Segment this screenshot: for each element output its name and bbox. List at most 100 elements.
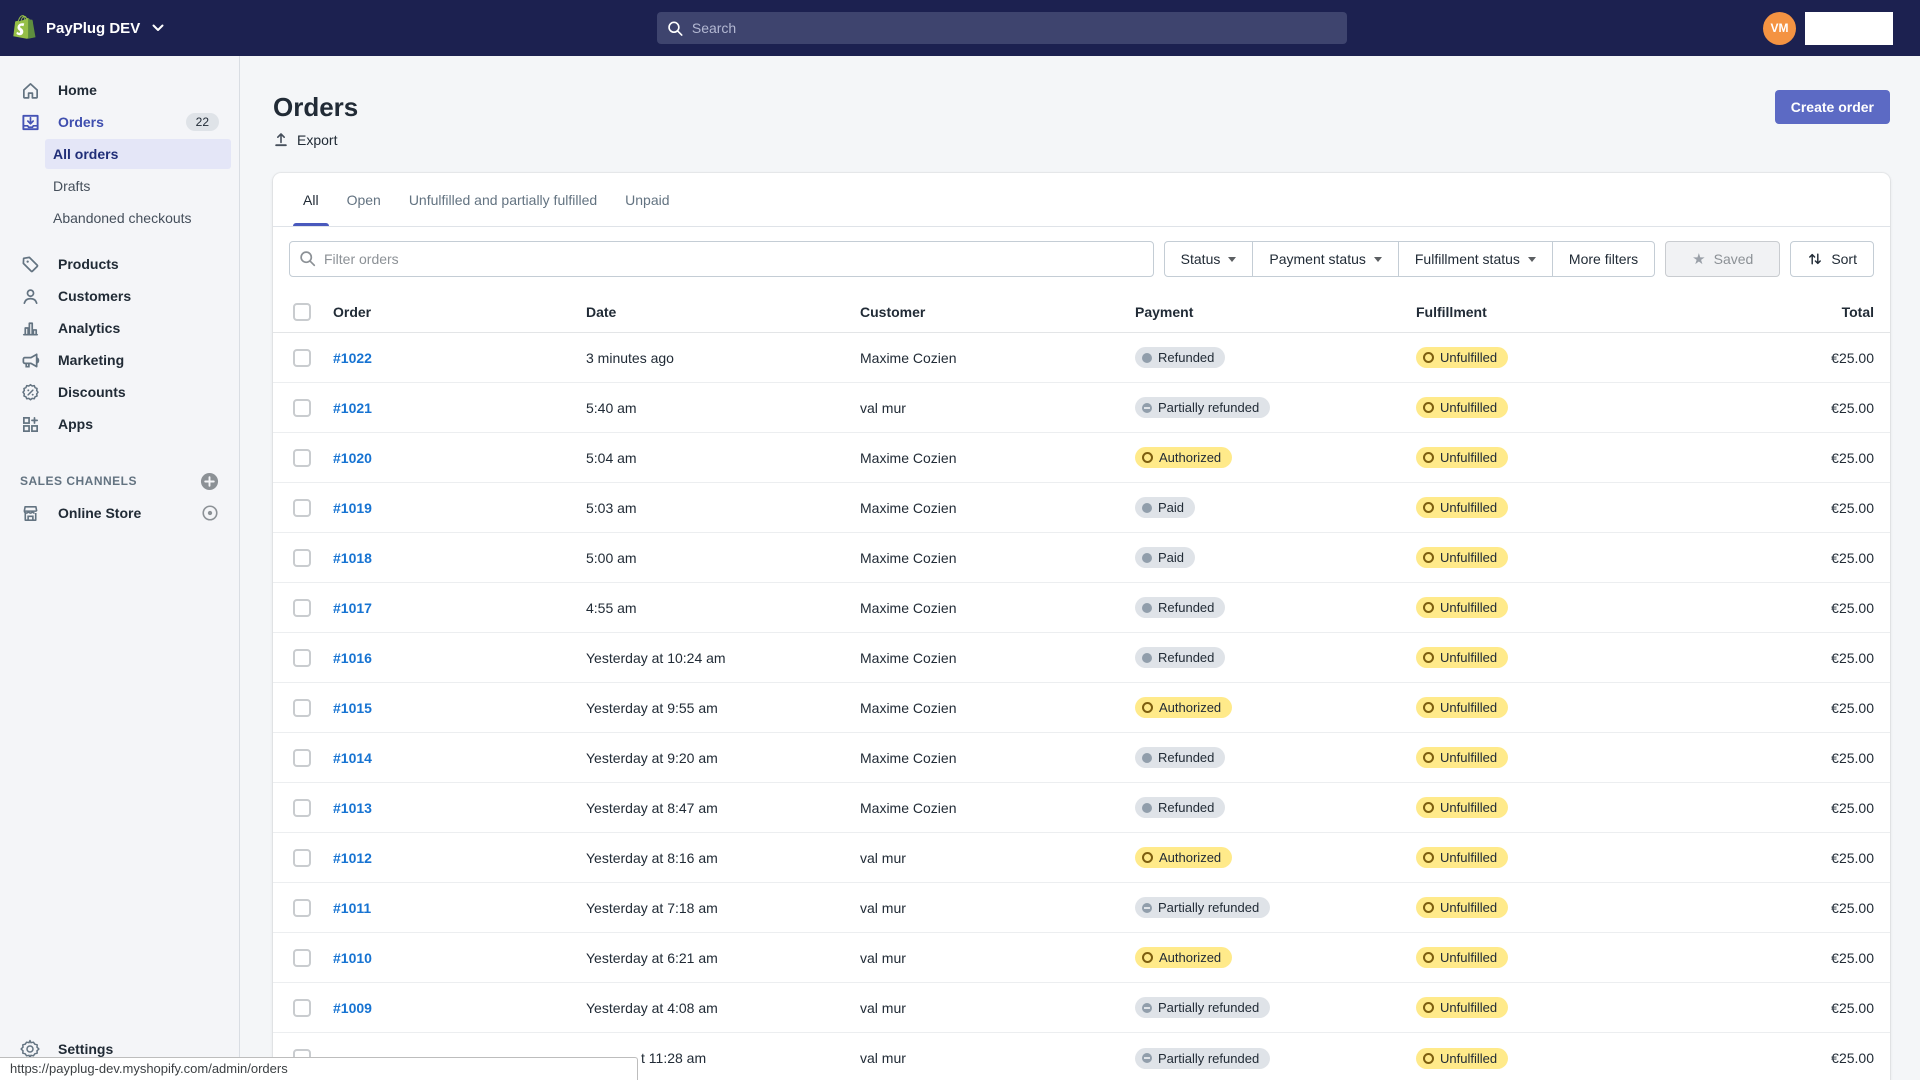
order-link[interactable]: #1009 xyxy=(333,1000,372,1016)
sidebar-item-marketing[interactable]: Marketing xyxy=(0,344,239,376)
shopify-logo-icon xyxy=(13,15,36,41)
more-filters-button[interactable]: More filters xyxy=(1551,241,1656,277)
sidebar-item-orders[interactable]: Orders 22 xyxy=(0,106,239,138)
view-store-eye-icon[interactable] xyxy=(201,504,219,522)
tab-open[interactable]: Open xyxy=(333,173,395,226)
store-switcher[interactable]: PayPlug DEV xyxy=(0,15,240,41)
sidebar-item-home[interactable]: Home xyxy=(0,74,239,106)
table-row[interactable]: #1018 5:00 am Maxime Cozien Paid Unfulfi… xyxy=(273,533,1890,583)
caret-down-icon xyxy=(1228,256,1237,262)
sidebar-item-all-orders[interactable]: All orders xyxy=(45,139,231,169)
saved-filters-button[interactable]: ★ Saved xyxy=(1665,241,1781,277)
row-checkbox[interactable] xyxy=(293,848,311,867)
row-checkbox[interactable] xyxy=(293,648,311,667)
table-row[interactable]: #1019 5:03 am Maxime Cozien Paid Unfulfi… xyxy=(273,483,1890,533)
sidebar-item-drafts[interactable]: Drafts xyxy=(45,171,231,201)
status-dot-icon xyxy=(1423,602,1434,613)
order-link[interactable]: #1013 xyxy=(333,800,372,816)
export-icon xyxy=(273,132,289,148)
add-channel-button[interactable] xyxy=(200,472,219,491)
sidebar-item-apps[interactable]: Apps xyxy=(0,408,239,440)
order-customer: val mur xyxy=(860,1050,906,1066)
order-link[interactable]: #1015 xyxy=(333,700,372,716)
home-icon xyxy=(20,80,40,100)
sidebar-item-label: Analytics xyxy=(58,320,121,336)
filter-orders-input[interactable] xyxy=(289,241,1154,277)
table-row[interactable]: #1014 Yesterday at 9:20 am Maxime Cozien… xyxy=(273,733,1890,783)
sort-button[interactable]: Sort xyxy=(1790,241,1874,277)
row-checkbox[interactable] xyxy=(293,998,311,1017)
sidebar-item-customers[interactable]: Customers xyxy=(0,280,239,312)
payment-status-badge: Refunded xyxy=(1135,597,1226,618)
row-checkbox[interactable] xyxy=(293,748,311,767)
order-total: €25.00 xyxy=(1831,899,1874,916)
order-link[interactable]: #1010 xyxy=(333,950,372,966)
fulfillment-status-badge: Unfulfilled xyxy=(1416,897,1509,918)
table-row[interactable]: #1022 3 minutes ago Maxime Cozien Refund… xyxy=(273,333,1890,383)
order-customer: Maxime Cozien xyxy=(860,799,957,816)
status-dot-icon xyxy=(1423,1052,1434,1064)
row-checkbox[interactable] xyxy=(293,898,311,917)
create-order-button[interactable]: Create order xyxy=(1774,90,1890,124)
order-link[interactable]: #1012 xyxy=(333,850,372,866)
table-row[interactable]: #1011 Yesterday at 7:18 am val mur Parti… xyxy=(273,883,1890,933)
order-customer: Maxime Cozien xyxy=(860,749,957,766)
topbar: PayPlug DEV VM xyxy=(0,0,1920,56)
table-row[interactable]: #1017 4:55 am Maxime Cozien Refunded Unf… xyxy=(273,583,1890,633)
row-checkbox[interactable] xyxy=(293,398,311,417)
payment-status-badge: Paid xyxy=(1135,547,1196,568)
caret-down-icon xyxy=(1527,256,1536,262)
payment-status-button[interactable]: Payment status xyxy=(1252,241,1399,277)
topbar-user-menu[interactable] xyxy=(1805,11,1893,45)
order-date: Yesterday at 4:08 am xyxy=(586,999,718,1016)
global-search[interactable] xyxy=(656,12,1347,44)
order-customer: Maxime Cozien xyxy=(860,499,957,516)
table-row[interactable]: #1020 5:04 am Maxime Cozien Authorized U… xyxy=(273,433,1890,483)
order-link[interactable]: #1011 xyxy=(333,900,371,916)
order-link[interactable]: #1018 xyxy=(333,550,372,566)
sidebar-item-abandoned-checkouts[interactable]: Abandoned checkouts xyxy=(45,203,231,233)
fulfillment-status-button[interactable]: Fulfillment status xyxy=(1397,241,1553,277)
fulfillment-status-badge: Unfulfilled xyxy=(1416,797,1509,818)
sidebar-item-online-store[interactable]: Online Store xyxy=(0,496,239,530)
avatar[interactable]: VM xyxy=(1763,11,1796,45)
order-link[interactable]: #1022 xyxy=(333,350,372,366)
table-row[interactable]: #1012 Yesterday at 8:16 am val mur Autho… xyxy=(273,833,1890,883)
tab-all[interactable]: All xyxy=(289,173,333,226)
row-checkbox[interactable] xyxy=(293,498,311,517)
order-link[interactable]: #1014 xyxy=(333,750,372,766)
sidebar-item-analytics[interactable]: Analytics xyxy=(0,312,239,344)
order-link[interactable]: #1017 xyxy=(333,600,372,616)
row-checkbox[interactable] xyxy=(293,798,311,817)
sidebar-item-discounts[interactable]: Discounts xyxy=(0,376,239,408)
global-search-input[interactable] xyxy=(691,20,1337,36)
sidebar-item-label: Settings xyxy=(58,1041,114,1057)
table-row[interactable]: #1009 Yesterday at 4:08 am val mur Parti… xyxy=(273,983,1890,1033)
row-checkbox[interactable] xyxy=(293,348,311,367)
sidebar-item-products[interactable]: Products xyxy=(0,248,239,280)
table-row[interactable]: #1013 Yesterday at 8:47 am Maxime Cozien… xyxy=(273,783,1890,833)
order-link[interactable]: #1020 xyxy=(333,450,372,466)
table-row[interactable]: #1016 Yesterday at 10:24 am Maxime Cozie… xyxy=(273,633,1890,683)
tab-unfulfilled-and-partially-fulfilled[interactable]: Unfulfilled and partially fulfilled xyxy=(395,173,611,226)
column-header-date: Date xyxy=(586,303,617,320)
order-customer: Maxime Cozien xyxy=(860,549,957,566)
row-checkbox[interactable] xyxy=(293,948,311,967)
row-checkbox[interactable] xyxy=(293,698,311,717)
orders-table-body: #1022 3 minutes ago Maxime Cozien Refund… xyxy=(273,333,1890,1080)
tab-unpaid[interactable]: Unpaid xyxy=(611,173,683,226)
order-link[interactable]: #1016 xyxy=(333,650,372,666)
export-button[interactable]: Export xyxy=(273,132,337,148)
row-checkbox[interactable] xyxy=(293,448,311,467)
row-checkbox[interactable] xyxy=(293,598,311,617)
select-all-checkbox[interactable] xyxy=(293,302,311,321)
table-row[interactable]: #1010 Yesterday at 6:21 am val mur Autho… xyxy=(273,933,1890,983)
order-link[interactable]: #1021 xyxy=(333,400,372,416)
order-total: €25.00 xyxy=(1831,449,1874,466)
fulfillment-status-badge: Unfulfilled xyxy=(1416,397,1509,418)
table-row[interactable]: #1015 Yesterday at 9:55 am Maxime Cozien… xyxy=(273,683,1890,733)
status-button[interactable]: Status xyxy=(1163,241,1254,277)
order-link[interactable]: #1019 xyxy=(333,500,372,516)
row-checkbox[interactable] xyxy=(293,548,311,567)
table-row[interactable]: #1021 5:40 am val mur Partially refunded… xyxy=(273,383,1890,433)
